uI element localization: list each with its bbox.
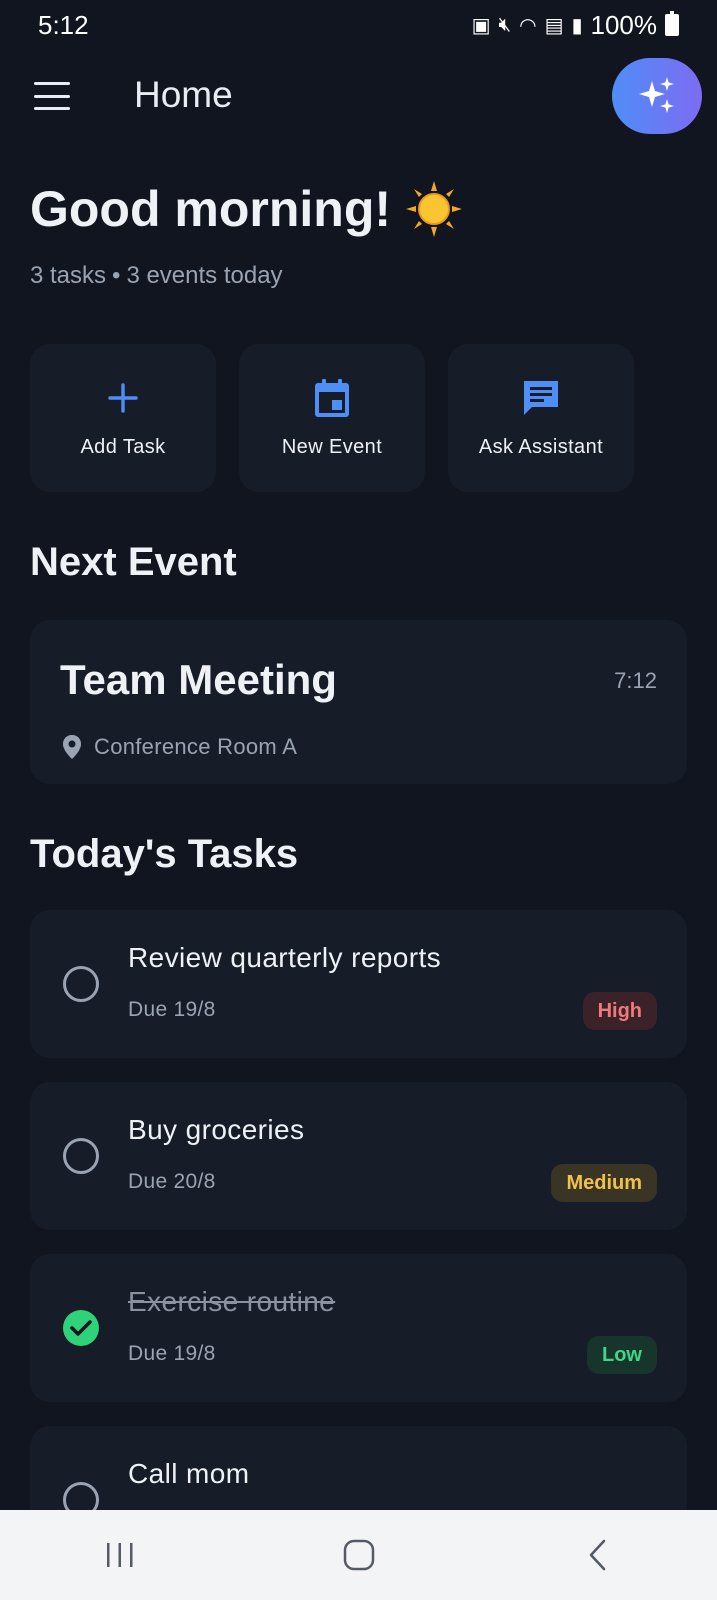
sparkles-icon xyxy=(639,77,674,113)
task-count: 3 tasks xyxy=(30,262,107,289)
app-bar: Home xyxy=(0,56,717,136)
task-due-date: Due 19/8 xyxy=(128,1342,216,1365)
task-title: Call mom xyxy=(128,1458,250,1489)
hamburger-menu-icon[interactable] xyxy=(34,82,70,110)
ask-assistant-button[interactable]: Ask Assistant xyxy=(448,344,634,492)
calendar-icon xyxy=(312,378,352,418)
event-location-text: Conference Room A xyxy=(94,734,298,759)
priority-badge: Low xyxy=(587,1336,657,1374)
task-item[interactable]: Review quarterly reports Due 19/8 High xyxy=(30,910,687,1058)
chat-icon xyxy=(521,378,561,418)
home-icon xyxy=(343,1539,374,1571)
back-icon xyxy=(589,1539,605,1571)
task-title: Review quarterly reports xyxy=(128,942,442,973)
event-time: 7:12 xyxy=(614,668,657,693)
battery-saver-icon: ▣ xyxy=(471,14,491,37)
task-due-date: Due 20/8 xyxy=(128,1170,216,1193)
mute-icon: 🔇︎ xyxy=(498,13,512,36)
add-task-label: Add Task xyxy=(80,435,166,458)
wifi-icon: ◠ xyxy=(519,14,537,37)
task-item[interactable]: Exercise routine Due 19/8 Low xyxy=(30,1254,687,1402)
greeting-text: Good morning! xyxy=(30,181,392,237)
signal-icon: ▮ xyxy=(571,14,583,37)
status-icons: ▣ 🔇︎ ◠ ▤ ▮ 100% xyxy=(472,10,679,41)
lte-icon: ▤ xyxy=(544,14,564,37)
task-title: Exercise routine xyxy=(128,1286,336,1317)
task-checkbox[interactable] xyxy=(63,1138,99,1174)
event-title: Team Meeting xyxy=(60,656,337,703)
sun-icon xyxy=(406,181,463,237)
task-due-date: Due 19/8 xyxy=(128,998,216,1021)
task-checkbox-checked[interactable] xyxy=(63,1310,99,1346)
summary-separator: • xyxy=(112,262,121,289)
status-bar: 5:12 ▣ 🔇︎ ◠ ▤ ▮ 100% xyxy=(0,0,717,50)
ask-assistant-label: Ask Assistant xyxy=(478,435,604,458)
new-event-button[interactable]: New Event xyxy=(239,344,425,492)
add-task-button[interactable]: Add Task xyxy=(30,344,216,492)
day-summary: 3 tasks • 3 events today xyxy=(30,262,283,290)
task-checkbox[interactable] xyxy=(63,966,99,1002)
priority-badge: Medium xyxy=(551,1164,657,1202)
home-button[interactable] xyxy=(319,1525,399,1585)
status-time: 5:12 xyxy=(38,9,89,40)
assistant-button[interactable] xyxy=(612,58,702,134)
event-location: Conference Room A xyxy=(62,734,297,760)
todays-tasks-heading: Today's Tasks xyxy=(30,832,299,876)
checkmark-icon xyxy=(70,1320,92,1336)
back-button[interactable] xyxy=(558,1525,638,1585)
system-navigation-bar xyxy=(0,1510,717,1600)
task-title: Buy groceries xyxy=(128,1114,305,1145)
greeting: Good morning! xyxy=(30,180,463,238)
task-item[interactable]: Buy groceries Due 20/8 Medium xyxy=(30,1082,687,1230)
battery-percent: 100% xyxy=(590,9,658,40)
next-event-heading: Next Event xyxy=(30,540,237,584)
priority-badge: High xyxy=(582,992,657,1030)
event-count: 3 events today xyxy=(126,262,283,289)
next-event-card[interactable]: Team Meeting 7:12 Conference Room A xyxy=(30,620,687,784)
plus-icon xyxy=(103,378,143,418)
location-pin-icon xyxy=(63,735,81,759)
battery-icon xyxy=(665,11,679,36)
page-title: Home xyxy=(134,74,233,115)
recent-apps-icon xyxy=(106,1543,132,1567)
quick-actions: Add Task New Event Ask Assistant xyxy=(30,344,634,492)
new-event-label: New Event xyxy=(281,435,383,458)
recent-apps-button[interactable] xyxy=(80,1525,160,1585)
